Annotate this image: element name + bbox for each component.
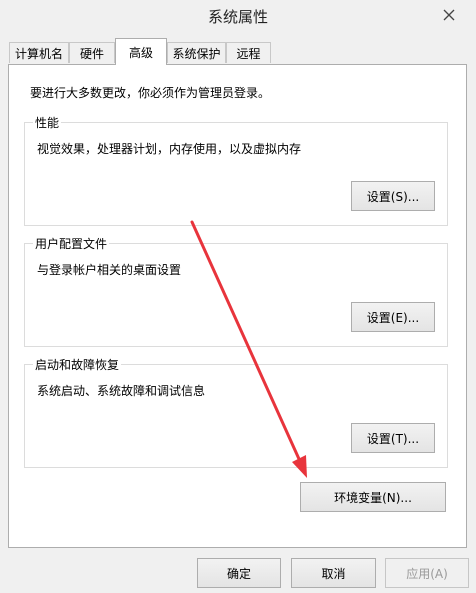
title-bar: 系统属性 xyxy=(0,0,476,32)
tab-remote[interactable]: 远程 xyxy=(226,42,271,63)
window-title: 系统属性 xyxy=(207,8,268,26)
environment-variables-button[interactable]: 环境变量(N)... xyxy=(300,482,446,512)
tab-system-protection[interactable]: 系统保护 xyxy=(167,42,226,63)
user-profiles-description: 与登录帐户相关的桌面设置 xyxy=(37,263,182,277)
admin-notice: 要进行大多数更改，你必须作为管理员登录。 xyxy=(30,86,271,100)
performance-settings-button[interactable]: 设置(S)... xyxy=(351,181,435,211)
performance-group-title: 性能 xyxy=(33,114,62,131)
startup-recovery-settings-button[interactable]: 设置(T)... xyxy=(351,423,435,453)
cancel-button[interactable]: 取消 xyxy=(291,558,376,588)
close-button[interactable] xyxy=(436,4,462,26)
close-icon xyxy=(443,9,455,21)
user-profiles-settings-button[interactable]: 设置(E)... xyxy=(351,302,435,332)
tab-advanced[interactable]: 高级 xyxy=(115,38,167,65)
performance-description: 视觉效果，处理器计划，内存使用，以及虚拟内存 xyxy=(37,142,302,156)
user-profiles-group-title: 用户配置文件 xyxy=(33,235,110,252)
apply-button[interactable]: 应用(A) xyxy=(385,558,469,588)
system-properties-window: 系统属性 计算机名 硬件 高级 系统保护 远程 要进行大多数更改，你必须作为管理… xyxy=(0,0,476,593)
ok-button[interactable]: 确定 xyxy=(197,558,281,588)
tab-hardware[interactable]: 硬件 xyxy=(69,42,115,63)
startup-recovery-group-title: 启动和故障恢复 xyxy=(33,356,122,373)
startup-recovery-description: 系统启动、系统故障和调试信息 xyxy=(37,384,206,398)
tab-computer-name[interactable]: 计算机名 xyxy=(9,42,69,63)
